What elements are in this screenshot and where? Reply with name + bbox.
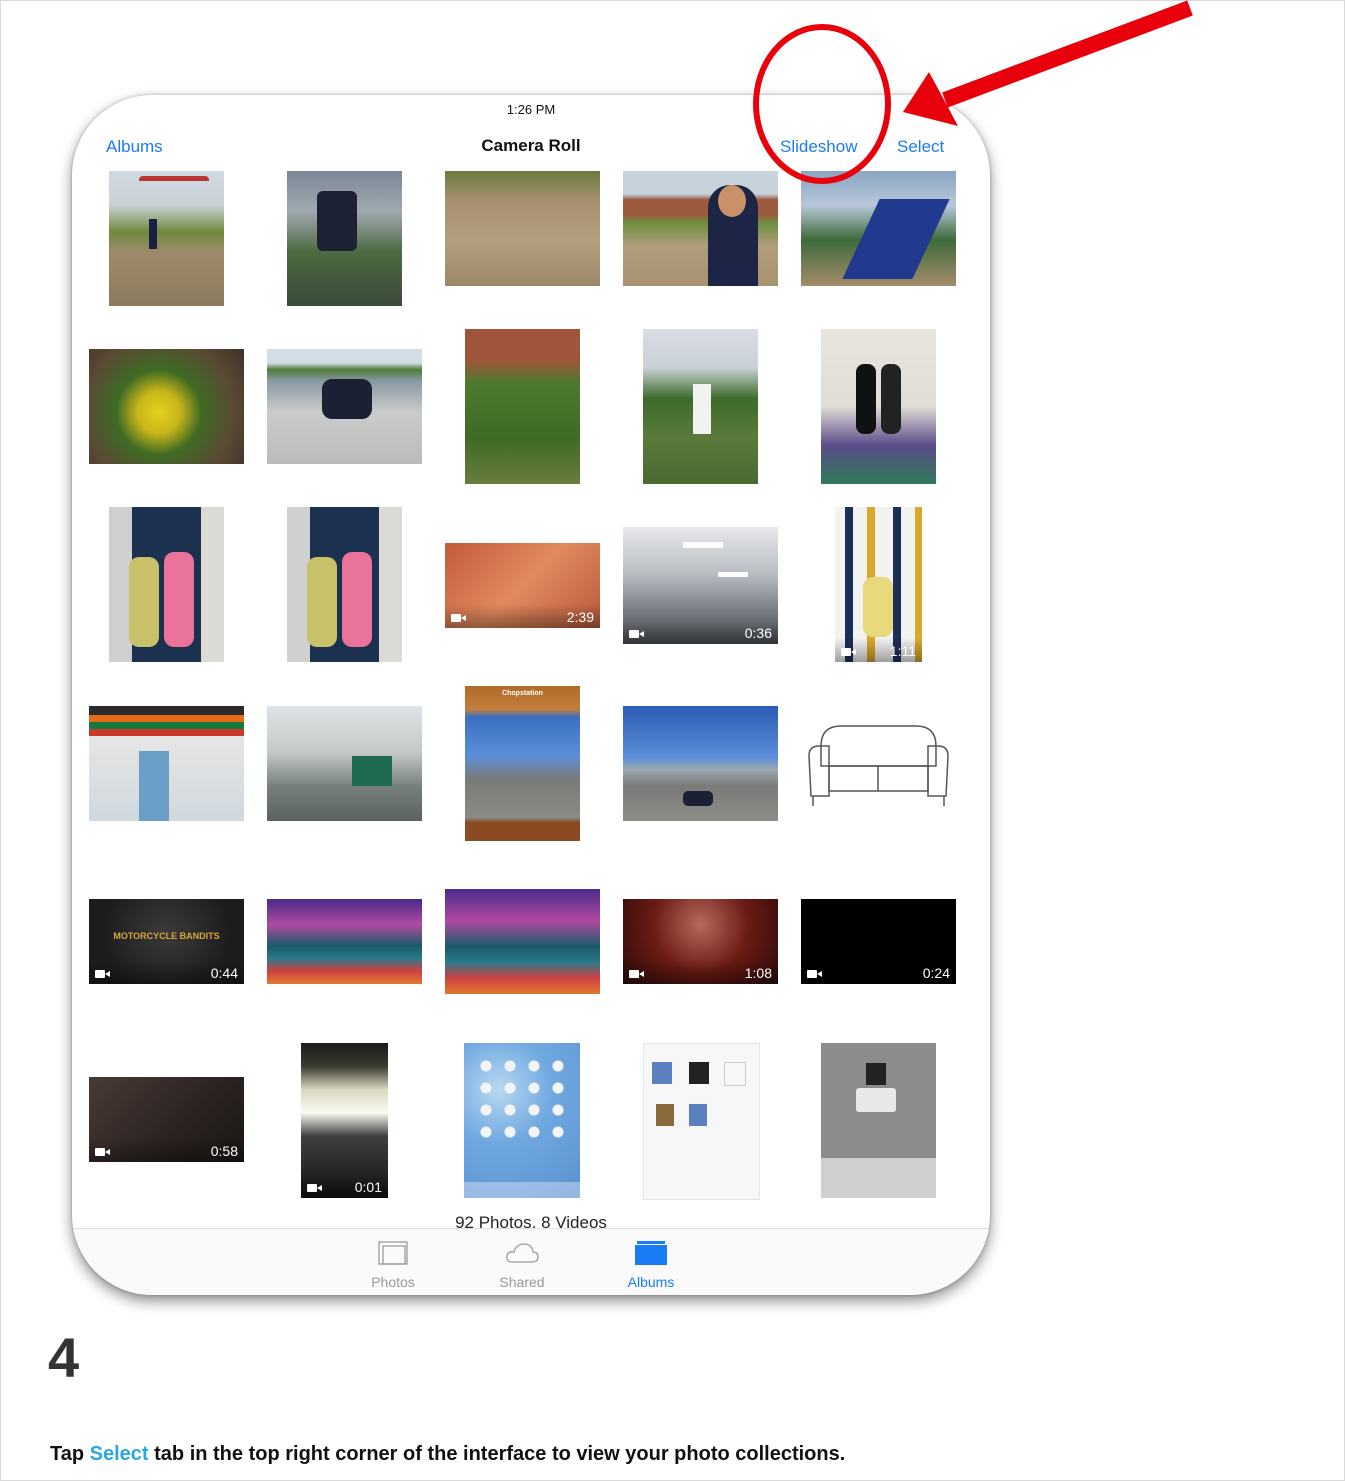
tab-bar: Photos Shared Albums [72,1228,990,1295]
video-camera-icon [95,1148,110,1156]
select-button[interactable]: Select [897,137,944,157]
video-camera-icon [629,970,644,978]
video-thumbnail[interactable]: 0:58 [89,1077,244,1162]
video-camera-icon [629,630,644,638]
video-thumbnail[interactable]: 1:11 [835,507,922,662]
tab-label: Photos [371,1274,415,1290]
photo-thumbnail[interactable] [89,706,244,821]
photo-thumbnail[interactable] [821,1043,936,1198]
ipad-screenshot: 1:26 PM Albums Camera Roll Slideshow Sel… [72,95,990,1295]
photo-thumbnail[interactable] [821,329,936,484]
albums-folder-icon [635,1241,667,1265]
status-bar: 1:26 PM [72,95,990,123]
video-duration: 0:01 [354,1179,382,1195]
video-thumbnail[interactable]: 0:24 [801,899,956,984]
tab-shared[interactable]: Shared [472,1239,572,1290]
slideshow-button[interactable]: Slideshow [780,137,858,157]
video-duration: 1:11 [889,643,916,659]
video-camera-icon [307,1184,322,1192]
instruction-suffix: tab in the top right corner of the inter… [148,1443,846,1465]
video-thumbnail[interactable]: 2:39 [445,543,600,628]
photo-thumbnail[interactable] [801,171,956,286]
video-camera-icon [807,970,822,978]
motorcycle-title-text: MOTORCYCLE BANDITS [113,931,220,941]
instruction-prefix: Tap [50,1443,90,1465]
photos-stack-icon [378,1241,408,1265]
video-duration: 1:08 [744,965,772,981]
photo-thumbnail[interactable] [109,507,224,662]
video-duration: 0:58 [210,1143,238,1159]
photo-thumbnail[interactable] [623,171,778,286]
video-camera-icon [451,614,466,622]
photo-thumbnail[interactable] [643,1043,760,1200]
status-time: 1:26 PM [506,102,556,117]
photo-thumbnail[interactable] [267,349,422,464]
tab-label: Shared [499,1274,545,1290]
sofa-icon [808,725,949,806]
video-thumbnail[interactable]: 0:36 [623,527,778,644]
tab-albums[interactable]: Albums [601,1239,701,1290]
video-camera-icon [95,970,110,978]
video-duration: 0:44 [210,965,238,981]
video-duration: 2:39 [566,609,594,625]
video-thumbnail[interactable]: MOTORCYCLE BANDITS 0:44 [89,899,244,984]
photo-thumbnail[interactable] [109,171,224,306]
photo-thumbnail[interactable]: Chopstation [465,686,580,841]
photo-thumbnail[interactable] [287,171,402,306]
photo-thumbnail[interactable] [464,1043,580,1198]
photo-thumbnail[interactable] [287,507,402,662]
photo-thumbnail[interactable] [267,899,422,984]
sofa-drawing[interactable] [801,706,956,821]
video-duration: 0:24 [922,965,950,981]
instruction-text: Tap Select tab in the top right corner o… [50,1443,845,1466]
tab-photos[interactable]: Photos [343,1239,443,1290]
photo-thumbnail[interactable] [267,706,422,821]
video-camera-icon [841,648,856,656]
photo-thumbnail[interactable] [89,349,244,464]
photo-thumbnail[interactable] [643,329,758,484]
app-title-text: Chopstation [502,690,543,697]
photo-thumbnail[interactable] [465,329,580,484]
video-thumbnail[interactable]: 0:01 [301,1043,388,1198]
photo-grid: 2:39 0:36 1:11 Chopstation MOTORCYCLE BA… [72,171,990,1221]
tab-label: Albums [627,1274,675,1290]
photo-thumbnail[interactable] [623,706,778,821]
photo-thumbnail[interactable] [445,171,600,286]
navigation-bar: Albums Camera Roll Slideshow Select [72,123,990,171]
step-number: 4 [48,1326,80,1389]
photo-thumbnail[interactable] [445,889,600,994]
video-thumbnail[interactable]: 1:08 [623,899,778,984]
cloud-icon [506,1243,539,1263]
video-duration: 0:36 [744,625,772,641]
instruction-highlight: Select [89,1443,149,1465]
